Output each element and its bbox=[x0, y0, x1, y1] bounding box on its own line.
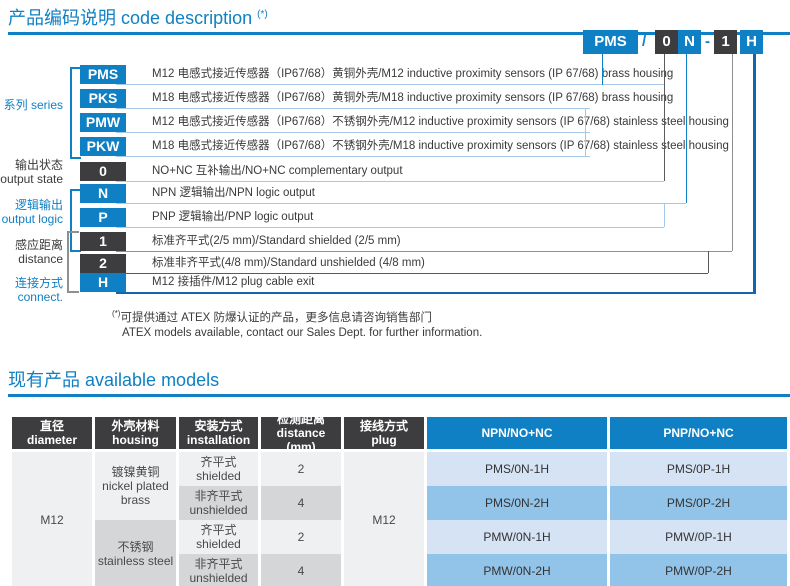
connector-underline bbox=[116, 181, 664, 182]
code-box-h: H bbox=[80, 273, 126, 292]
distance-group-bracket bbox=[67, 231, 79, 293]
code-box-n: N bbox=[80, 184, 126, 203]
header-npn: NPN/NO+NC bbox=[427, 417, 607, 449]
code-box-0: 0 bbox=[80, 162, 126, 181]
code-box-1: 1 bbox=[80, 232, 126, 251]
connector-underline bbox=[116, 292, 756, 294]
group-label-output-state: 输出状态output state bbox=[0, 158, 63, 186]
connector-underline bbox=[116, 132, 590, 133]
models-table-body: M12 镀镍黄铜nickel plated brass 不锈钢stainless… bbox=[12, 452, 788, 586]
cell-install: 非齐平式unshielded bbox=[179, 486, 258, 520]
cell-install: 齐平式shielded bbox=[179, 452, 258, 486]
connector-line bbox=[664, 203, 665, 227]
code-box-2: 2 bbox=[80, 254, 126, 273]
cell-distance: 4 bbox=[261, 554, 341, 586]
top-code-series: PMS bbox=[583, 30, 638, 54]
section2-title: 现有产品 available models bbox=[8, 366, 219, 392]
top-code-state: 0 bbox=[655, 30, 678, 54]
cell-model-pnp: PMW/0P-2H bbox=[610, 554, 787, 586]
connector-underline bbox=[116, 251, 732, 252]
cell-distance: 4 bbox=[261, 486, 341, 520]
top-code-slash: / bbox=[642, 30, 646, 54]
code-desc-h: M12 接插件/M12 plug cable exit bbox=[152, 273, 314, 292]
connector-underline bbox=[116, 84, 665, 85]
datasheet-page: 产品编码说明 code description (*) PMS / 0 N - … bbox=[0, 0, 790, 586]
connector-underline bbox=[116, 203, 686, 204]
connector-underline bbox=[116, 156, 590, 157]
cell-model-pnp: PMS/0P-2H bbox=[610, 486, 787, 520]
header-plug: 接线方式plug bbox=[344, 417, 424, 449]
code-box-pkw: PKW bbox=[80, 137, 126, 156]
code-desc-pmw: M12 电感式接近传感器（IP67/68）不锈钢外壳/M12 inductive… bbox=[152, 113, 729, 132]
group-label-series: 系列 series bbox=[0, 98, 63, 112]
code-box-p: P bbox=[80, 208, 126, 227]
cell-model-pnp: PMS/0P-1H bbox=[610, 452, 787, 486]
cell-model-npn: PMS/0N-1H bbox=[427, 452, 607, 486]
section1-title: 产品编码说明 code description (*) bbox=[8, 4, 268, 30]
footnote-line1: (*)可提供通过 ATEX 防爆认证的产品，更多信息请咨询销售部门 bbox=[112, 306, 482, 326]
footnote-line2: ATEX models available, contact our Sales… bbox=[112, 326, 482, 341]
models-table-header: 直径diameter 外壳材料housing 安装方式installation … bbox=[12, 417, 788, 449]
header-pnp: PNP/NO+NC bbox=[610, 417, 787, 449]
connector-line bbox=[585, 108, 586, 156]
cell-diameter: M12 bbox=[12, 452, 92, 586]
section1-title-zh: 产品编码说明 bbox=[8, 8, 116, 28]
connector-line bbox=[753, 54, 756, 294]
code-desc-0: NO+NC 互补输出/NO+NC complementary output bbox=[152, 162, 403, 181]
code-desc-pkw: M18 电感式接近传感器（IP67/68）不锈钢外壳/M18 inductive… bbox=[152, 137, 729, 156]
section1-title-sup: (*) bbox=[257, 9, 268, 20]
code-desc-1: 标准齐平式(2/5 mm)/Standard shielded (2/5 mm) bbox=[152, 232, 401, 251]
cell-model-npn: PMS/0N-2H bbox=[427, 486, 607, 520]
connector-line bbox=[602, 54, 603, 85]
section1-title-en: code description bbox=[121, 8, 252, 28]
code-box-pms: PMS bbox=[80, 65, 126, 84]
connector-underline bbox=[116, 108, 590, 109]
header-diameter: 直径diameter bbox=[12, 417, 92, 449]
top-code-distance: 1 bbox=[714, 30, 737, 54]
code-box-pmw: PMW bbox=[80, 113, 126, 132]
group-label-distance: 感应距离distance bbox=[0, 238, 63, 266]
cell-distance: 2 bbox=[261, 452, 341, 486]
code-desc-2: 标准非齐平式(4/8 mm)/Standard unshielded (4/8 … bbox=[152, 254, 425, 273]
section2-title-zh: 现有产品 bbox=[8, 370, 80, 390]
top-code-connect: H bbox=[740, 30, 763, 54]
cell-distance: 2 bbox=[261, 520, 341, 554]
top-code-dash: - bbox=[705, 30, 710, 54]
code-desc-pks: M18 电感式接近传感器（IP67/68）黄铜外壳/M18 inductive … bbox=[152, 89, 673, 108]
code-desc-p: PNP 逻辑输出/PNP logic output bbox=[152, 208, 313, 227]
cell-housing-brass: 镀镍黄铜nickel plated brass bbox=[95, 452, 176, 520]
cell-housing-steel: 不锈钢stainless steel bbox=[95, 520, 176, 586]
connector-line bbox=[686, 54, 687, 203]
section2-title-en: available models bbox=[85, 370, 219, 390]
connector-line bbox=[732, 54, 733, 251]
section2-rule bbox=[8, 394, 790, 397]
footnote: (*)可提供通过 ATEX 防爆认证的产品，更多信息请咨询销售部门 ATEX m… bbox=[112, 306, 482, 341]
connector-line bbox=[664, 54, 665, 181]
top-code-logic: N bbox=[678, 30, 701, 54]
code-desc-n: NPN 逻辑输出/NPN logic output bbox=[152, 184, 315, 203]
cell-model-npn: PMW/0N-2H bbox=[427, 554, 607, 586]
connector-underline bbox=[116, 227, 664, 228]
group-label-connect: 连接方式connect. bbox=[0, 276, 63, 304]
code-box-pks: PKS bbox=[80, 89, 126, 108]
group-label-output-logic: 逻辑输出output logic bbox=[0, 198, 63, 226]
cell-model-pnp: PMW/0P-1H bbox=[610, 520, 787, 554]
header-housing: 外壳材料housing bbox=[95, 417, 176, 449]
cell-model-npn: PMW/0N-1H bbox=[427, 520, 607, 554]
header-installation: 安装方式installation bbox=[179, 417, 258, 449]
cell-plug: M12 bbox=[344, 452, 424, 586]
connector-line bbox=[708, 251, 709, 273]
code-desc-pms: M12 电感式接近传感器（IP67/68）黄铜外壳/M12 inductive … bbox=[152, 65, 673, 84]
header-distance: 检测距离distance (mm) bbox=[261, 417, 341, 449]
cell-install: 齐平式shielded bbox=[179, 520, 258, 554]
cell-install: 非齐平式unshielded bbox=[179, 554, 258, 586]
